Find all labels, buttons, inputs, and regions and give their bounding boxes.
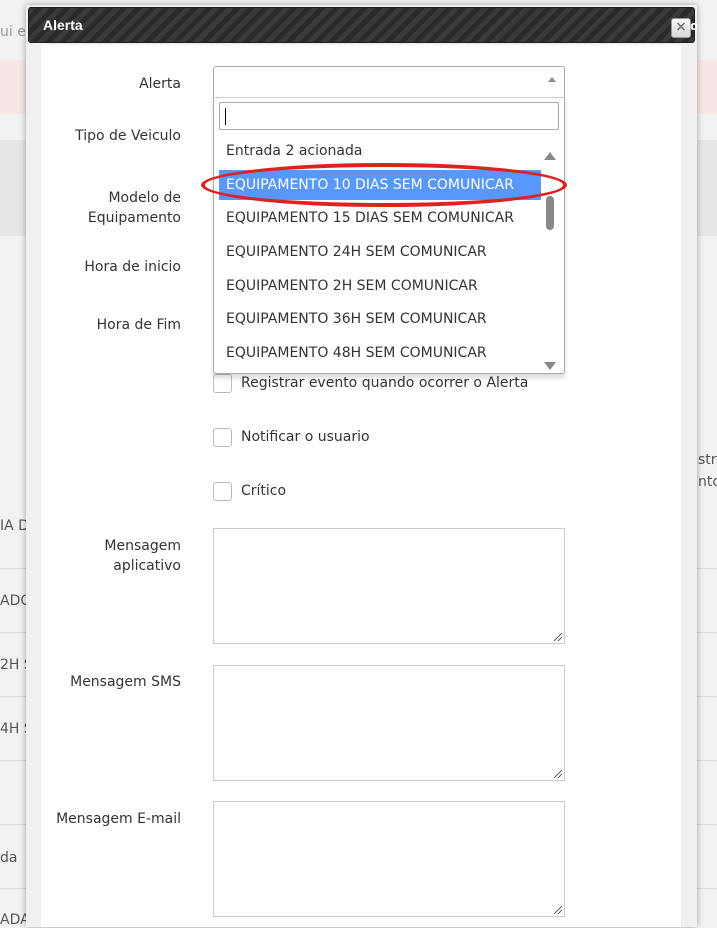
mensagem-aplicativo-textarea[interactable] [213,528,565,644]
label-mensagem-sms: Mensagem SMS [70,674,181,690]
label-alerta: Alerta [139,76,181,92]
header-text-fragment: o [690,19,699,33]
background-text: nto [698,474,717,490]
mensagem-email-textarea[interactable] [213,801,565,917]
label-tipo-veiculo: Tipo de Veiculo [75,128,181,144]
label-mensagem-aplicativo: Mensagem aplicativo [41,536,181,576]
critico-checkbox[interactable] [213,482,232,501]
dialog-body: Alerta Tipo de Veiculo Modelo de Equipam… [41,45,681,927]
label-mensagem-line2: aplicativo [113,558,181,574]
registrar-checkbox[interactable] [213,374,232,393]
scroll-up-icon[interactable] [544,152,556,160]
dropdown-option-highlighted[interactable]: EQUIPAMENTO 10 DIAS SEM COMUNICAR [219,170,541,200]
resize-grip-icon[interactable] [554,906,562,914]
alerta-select[interactable] [213,66,565,99]
background-text: ui e [0,24,26,40]
dropdown-option[interactable]: EQUIPAMENTO 24H SEM COMUNICAR [219,237,541,267]
dropdown-option[interactable]: EQUIPAMENTO 36H SEM COMUNICAR [219,304,541,334]
critico-label: Crítico [241,483,287,499]
dropdown-option[interactable]: Entrada 2 acionada [219,136,541,166]
dropdown-option[interactable]: EQUIPAMENTO 15 DIAS SEM COMUNICAR [219,203,541,233]
close-icon: × [675,19,687,35]
resize-grip-icon[interactable] [554,770,562,778]
alert-dialog: Alerta × o Alerta Tipo de Veiculo Modelo… [26,5,699,927]
dropdown-search-input[interactable] [219,102,559,130]
label-hora-inicio: Hora de inicio [84,259,181,275]
notificar-checkbox[interactable] [213,428,232,447]
background-text: da [0,850,18,866]
label-modelo-line2: Equipamento [87,210,181,226]
label-mensagem-email: Mensagem E-mail [56,811,181,827]
close-button[interactable]: × [671,18,691,38]
label-hora-fim: Hora de Fim [96,317,181,333]
dropdown-option[interactable]: EQUIPAMENTO 2H SEM COMUNICAR [219,271,541,301]
chevron-up-icon [548,77,556,82]
background-text: stra [698,452,717,468]
dialog-title: Alerta [43,17,83,33]
scrollbar-thumb[interactable] [546,196,554,230]
scroll-down-icon[interactable] [544,362,556,370]
dialog-header: Alerta × o [28,7,699,43]
alerta-dropdown: Entrada 2 acionada EQUIPAMENTO 10 DIAS S… [213,97,565,374]
background-text: IA D [0,518,29,534]
resize-grip-icon[interactable] [554,633,562,641]
dropdown-option[interactable]: EQUIPAMENTO 48H SEM COMUNICAR [219,338,541,368]
label-modelo-line1: Modelo de [108,190,181,206]
label-modelo-equipamento: Modelo de Equipamento [41,188,181,228]
text-cursor [225,108,226,125]
notificar-label: Notificar o usuario [241,429,370,445]
mensagem-sms-textarea[interactable] [213,665,565,781]
dropdown-scrollbar[interactable] [543,152,557,370]
label-mensagem-line1: Mensagem [104,538,181,554]
registrar-label: Registrar evento quando ocorrer o Alerta [241,375,529,391]
